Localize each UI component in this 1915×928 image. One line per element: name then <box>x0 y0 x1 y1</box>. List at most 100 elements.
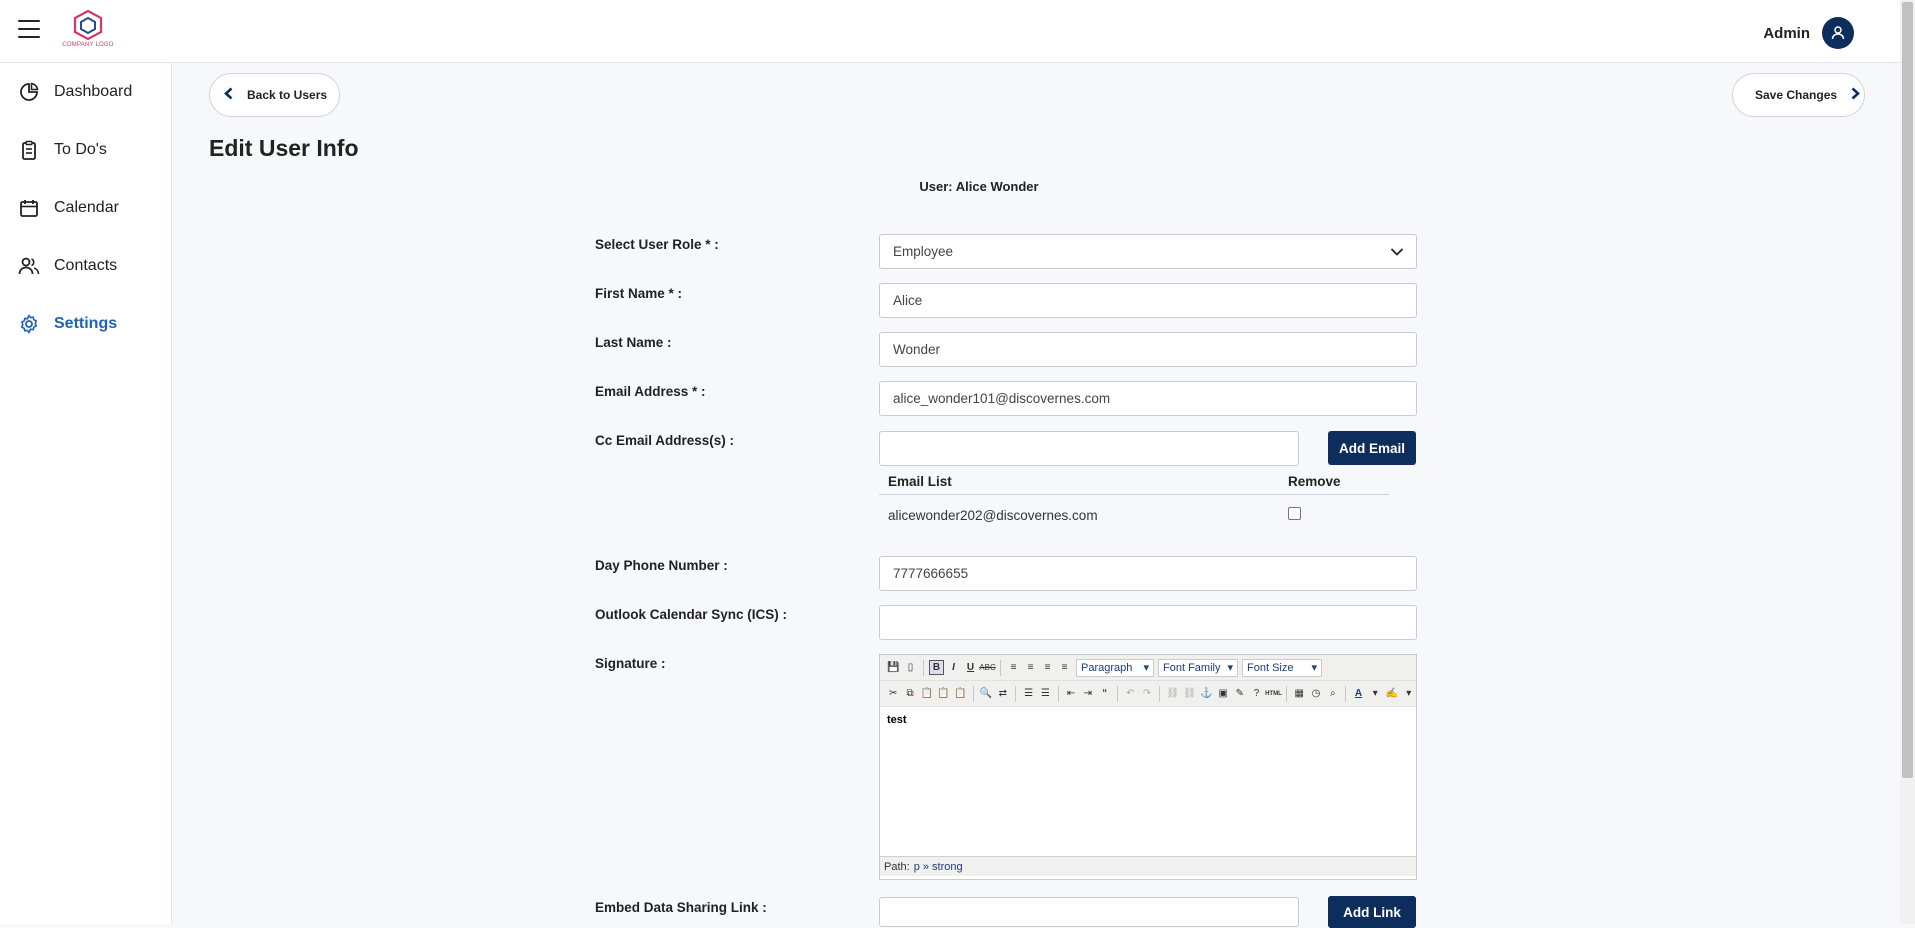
save-changes-label: Save Changes <box>1755 88 1838 102</box>
role-label: Select User Role * : <box>595 237 719 252</box>
toolbar-divider <box>1159 685 1161 702</box>
role-select[interactable]: Employee <box>879 234 1417 269</box>
company-logo[interactable]: COMPANY LOGO <box>58 9 118 54</box>
save-icon[interactable]: 💾 <box>886 660 901 675</box>
sidebar-item-settings[interactable]: Settings <box>0 295 171 353</box>
users-icon <box>18 255 40 277</box>
cc-email-input[interactable] <box>879 431 1299 466</box>
align-justify-icon[interactable]: ≡ <box>1057 660 1072 675</box>
user-avatar-icon[interactable] <box>1822 17 1854 49</box>
format-select[interactable]: Paragraph ▾ <box>1076 658 1154 677</box>
font-family-select[interactable]: Font Family ▾ <box>1158 658 1238 677</box>
embed-link-label: Embed Data Sharing Link : <box>595 900 767 915</box>
sidebar-item-contacts[interactable]: Contacts <box>0 237 171 295</box>
email-list-entry: alicewonder202@discovernes.com <box>888 507 1098 523</box>
paste-text-icon[interactable]: 📋 <box>936 686 951 701</box>
ics-label: Outlook Calendar Sync (ICS) : <box>595 607 788 622</box>
sidebar-item-calendar[interactable]: Calendar <box>0 179 171 237</box>
add-email-button[interactable]: Add Email <box>1328 431 1416 465</box>
font-size-select-value: Font Size <box>1247 661 1294 674</box>
admin-menu[interactable]: Admin <box>1763 17 1854 49</box>
find-icon[interactable]: 🔍 <box>979 686 994 701</box>
paste-icon[interactable]: 📋 <box>920 686 935 701</box>
dropdown-arrow-icon: ▾ <box>1227 662 1233 674</box>
signature-editor-body[interactable]: test <box>880 707 1416 856</box>
redo-icon[interactable]: ↷ <box>1140 686 1155 701</box>
first-name-label: First Name * : <box>595 286 683 301</box>
day-phone-value: 7777666655 <box>893 566 969 581</box>
email-input[interactable]: alice_wonder101@discovernes.com <box>879 381 1417 416</box>
save-changes-button[interactable]: Save Changes <box>1732 73 1865 117</box>
email-list-table: Email List Remove alicewonder202@discove… <box>879 469 1389 535</box>
link-icon[interactable]: ⛓ <box>1165 686 1180 701</box>
underline-icon[interactable]: U <box>963 660 978 675</box>
email-label: Email Address * : <box>595 384 706 399</box>
dropdown-arrow-icon[interactable]: ▾ <box>1368 686 1383 701</box>
dropdown-arrow-icon[interactable]: ▾ <box>1401 686 1416 701</box>
toolbar-divider <box>1057 685 1059 702</box>
copy-icon[interactable]: ⧉ <box>903 686 918 701</box>
new-document-icon[interactable]: ▯ <box>903 660 918 675</box>
undo-icon[interactable]: ↶ <box>1123 686 1138 701</box>
bold-icon[interactable]: B <box>929 660 944 675</box>
back-to-users-button[interactable]: Back to Users <box>209 73 340 117</box>
paste-word-icon[interactable]: 📋 <box>953 686 968 701</box>
table-row: alicewonder202@discovernes.com <box>879 495 1389 535</box>
dropdown-arrow-icon: ▾ <box>1143 662 1149 674</box>
replace-icon[interactable]: ⇄ <box>995 686 1010 701</box>
sidebar-item-label: Settings <box>54 315 118 332</box>
html-source-icon[interactable]: HTML <box>1265 686 1282 701</box>
remove-column-header: Remove <box>1288 474 1341 489</box>
blockquote-icon[interactable]: “ <box>1097 686 1112 701</box>
first-name-input[interactable]: Alice <box>879 283 1417 318</box>
email-list-column-header: Email List <box>888 474 952 489</box>
editor-status-bar: Path: p » strong <box>880 856 1416 876</box>
text-color-icon[interactable]: A <box>1351 686 1366 701</box>
sidebar: Dashboard To Do's Calendar Contacts Sett… <box>0 63 172 924</box>
numbered-list-icon[interactable]: ☰ <box>1038 686 1053 701</box>
help-icon[interactable]: ? <box>1249 686 1264 701</box>
font-size-select[interactable]: Font Size ▾ <box>1242 658 1322 677</box>
day-phone-label: Day Phone Number : <box>595 558 728 573</box>
email-list-header-row: Email List Remove <box>879 469 1389 495</box>
remove-email-checkbox[interactable] <box>1288 507 1301 520</box>
embed-link-input[interactable] <box>879 897 1299 927</box>
image-icon[interactable]: ▣ <box>1216 686 1231 701</box>
path-value[interactable]: p » strong <box>914 861 963 873</box>
insert-time-icon[interactable]: ◷ <box>1309 686 1324 701</box>
italic-icon[interactable]: I <box>946 660 961 675</box>
align-center-icon[interactable]: ≡ <box>1023 660 1038 675</box>
gear-icon <box>18 313 40 335</box>
page-scrollbar[interactable] <box>1900 0 1915 924</box>
sidebar-item-dashboard[interactable]: Dashboard <box>0 63 171 121</box>
strikethrough-icon[interactable]: ABC <box>979 660 995 675</box>
scrollbar-thumb[interactable] <box>1902 2 1913 778</box>
insert-date-icon[interactable]: ▦ <box>1292 686 1307 701</box>
outdent-icon[interactable]: ⇤ <box>1064 686 1079 701</box>
day-phone-input[interactable]: 7777666655 <box>879 556 1417 591</box>
cut-icon[interactable]: ✂ <box>886 686 901 701</box>
first-name-value: Alice <box>893 293 923 308</box>
cleanup-icon[interactable]: ✎ <box>1232 686 1247 701</box>
toolbar-divider <box>1345 685 1347 702</box>
align-left-icon[interactable]: ≡ <box>1006 660 1021 675</box>
signature-content: test <box>887 714 907 726</box>
hamburger-menu-icon[interactable] <box>18 20 40 38</box>
toolbar-divider <box>923 659 924 676</box>
sidebar-item-todos[interactable]: To Do's <box>0 121 171 179</box>
align-right-icon[interactable]: ≡ <box>1040 660 1055 675</box>
bullet-list-icon[interactable]: ☰ <box>1021 686 1036 701</box>
anchor-icon[interactable]: ⚓ <box>1199 686 1214 701</box>
ics-input[interactable] <box>879 605 1417 640</box>
add-link-button[interactable]: Add Link <box>1328 896 1416 928</box>
sidebar-item-label: Contacts <box>54 257 118 274</box>
sidebar-item-label: Calendar <box>54 199 119 216</box>
preview-icon[interactable]: ⌕ <box>1325 686 1340 701</box>
toolbar-divider <box>1015 685 1017 702</box>
signature-rich-text-editor: 💾 ▯ B I U ABC ≡ ≡ ≡ ≡ Paragraph ▾ Font Fa… <box>879 654 1417 880</box>
last-name-input[interactable]: Wonder <box>879 332 1417 367</box>
role-select-value: Employee <box>893 244 954 259</box>
indent-icon[interactable]: ⇥ <box>1080 686 1095 701</box>
highlight-color-icon[interactable]: ✍ <box>1385 686 1400 701</box>
unlink-icon[interactable]: ⛓ <box>1182 686 1197 701</box>
